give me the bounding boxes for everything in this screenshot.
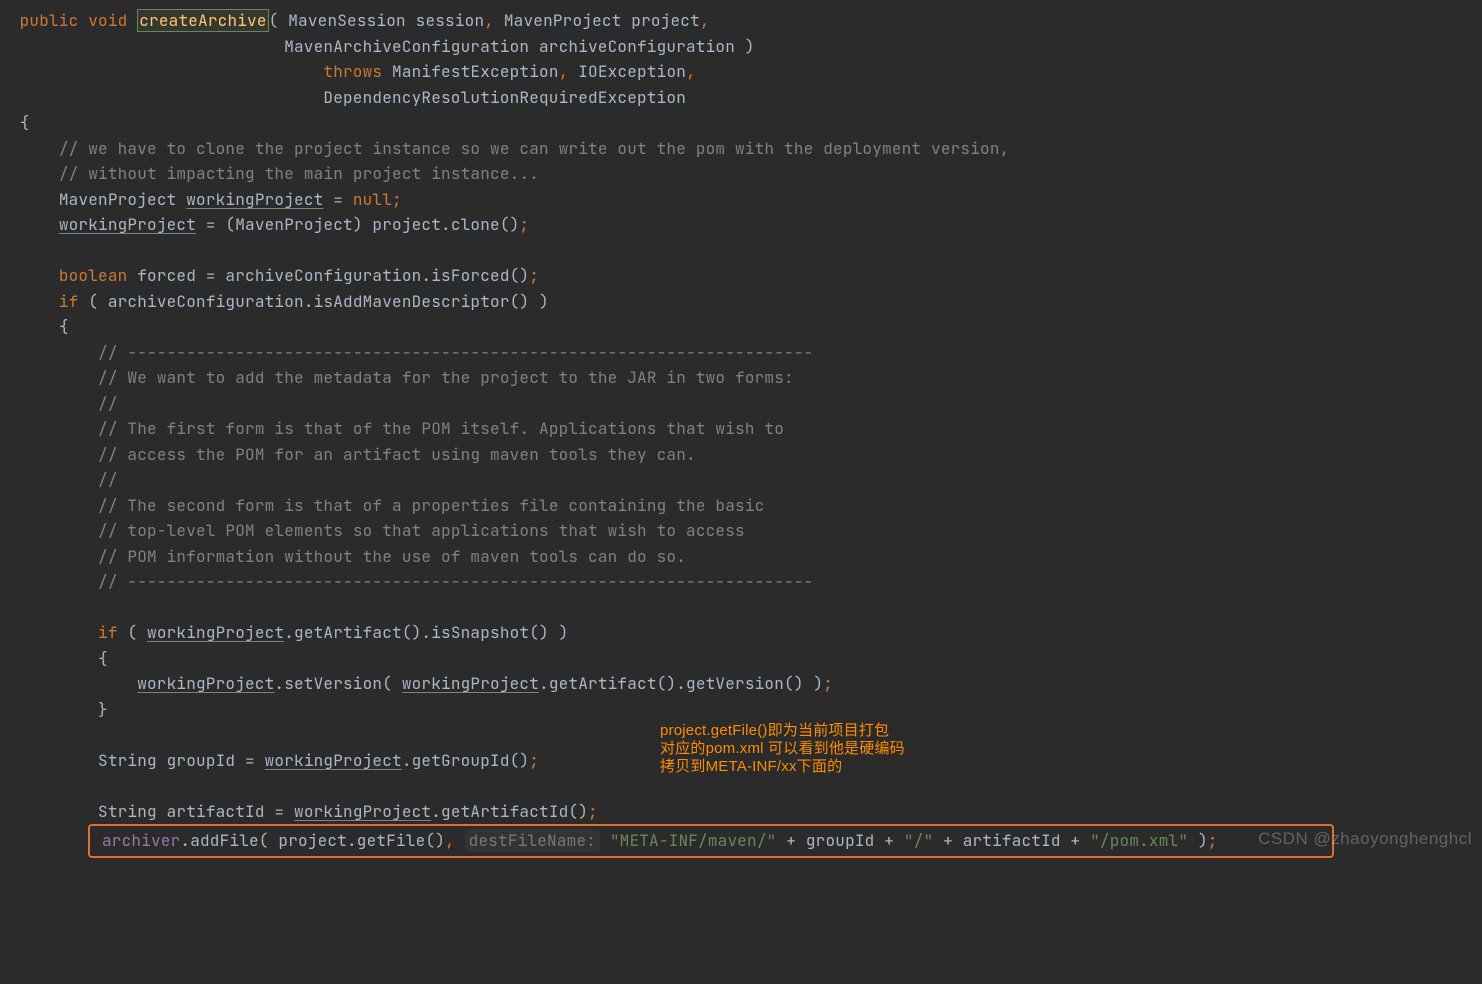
string-literal: "/" [904, 830, 933, 851]
var-workingProject: workingProject [402, 673, 539, 694]
close-paren: ) [1188, 830, 1208, 851]
exc-2: IOException [568, 61, 686, 82]
var-workingProject: workingProject [294, 801, 431, 822]
expr: forced = archiveConfiguration.isForced() [127, 265, 529, 286]
semi: ; [823, 673, 833, 694]
expr: = (MavenProject) project.clone() [196, 214, 519, 235]
expr: ( archiveConfiguration.isAddMavenDescrip… [78, 291, 548, 312]
keyword-if: if [59, 291, 79, 312]
comment: // The first form is that of the POM its… [98, 418, 784, 439]
decl: String groupId = [98, 750, 265, 771]
semi: ; [392, 189, 402, 210]
comment: // POM information without the use of ma… [98, 546, 686, 567]
exc-1: ManifestException [382, 61, 558, 82]
sig-line-2: MavenArchiveConfiguration archiveConfigu… [284, 36, 754, 57]
comment: // The second form is that of a properti… [98, 495, 764, 516]
brace-open: { [98, 648, 108, 669]
eq: = [323, 189, 352, 210]
comma: , [445, 830, 455, 851]
string-literal: "META-INF/maven/" [610, 830, 777, 851]
brace-close: } [98, 699, 108, 720]
brace-open: { [20, 112, 30, 133]
highlighted-statement-box: archiver.addFile( project.getFile(), des… [88, 824, 1482, 858]
param-hint: destFileName: [465, 829, 600, 852]
expr: .getArtifact().isSnapshot() ) [284, 622, 568, 643]
keyword-void: void [88, 10, 127, 31]
comment: // access the POM for an artifact using … [98, 444, 696, 465]
var-workingProject: workingProject [147, 622, 284, 643]
expr: .addFile( project.getFile() [180, 830, 445, 851]
brace-open: { [59, 316, 69, 337]
method-name-highlighted: createArchive [137, 9, 268, 32]
var-workingProject: workingProject [265, 750, 402, 771]
boxed-code-line: archiver.addFile( project.getFile(), des… [102, 828, 1320, 854]
decl: String artifactId = [98, 801, 294, 822]
semi: ; [529, 750, 539, 771]
comment: // -------------------------------------… [98, 342, 813, 363]
string-literal: "/pom.xml" [1090, 830, 1188, 851]
comma: , [686, 61, 696, 82]
op-plus: + [1061, 830, 1090, 851]
comment: // top-level POM elements so that applic… [98, 520, 745, 541]
semi: ; [529, 265, 539, 286]
comma: , [559, 61, 569, 82]
expr: .setVersion( [274, 673, 401, 694]
keyword-boolean: boolean [59, 265, 128, 286]
op-plus: + [874, 830, 903, 851]
keyword-if: if [98, 622, 118, 643]
var-workingProject: workingProject [186, 189, 323, 210]
semi: ; [519, 214, 529, 235]
var-artifactId: artifactId [963, 830, 1061, 851]
comma: , [700, 10, 710, 31]
comment: // without impacting the main project in… [59, 163, 539, 184]
exc-3: DependencyResolutionRequiredException [323, 87, 686, 108]
expr: .getArtifact().getVersion() ) [539, 673, 823, 694]
expr: .getArtifactId() [431, 801, 588, 822]
sig-param-2: MavenProject project [494, 10, 700, 31]
semi: ; [588, 801, 598, 822]
var-groupId: groupId [806, 830, 875, 851]
code-block: public void createArchive( MavenSession … [0, 8, 1482, 824]
comment: // [98, 393, 118, 414]
comma: , [484, 10, 494, 31]
var-workingProject: workingProject [137, 673, 274, 694]
op-plus: + [933, 830, 962, 851]
type: MavenProject [59, 189, 186, 210]
keyword-throws: throws [323, 61, 382, 82]
keyword-null: null [353, 189, 392, 210]
comment: // [98, 469, 118, 490]
semi: ; [1208, 830, 1218, 851]
keyword-public: public [20, 10, 79, 31]
paren: ( [118, 622, 147, 643]
annotation-callout: project.getFile()即为当前项目打包 对应的pom.xml 可以看… [660, 722, 905, 776]
sig-part-1: ( MavenSession session [269, 10, 485, 31]
field-archiver: archiver [102, 830, 180, 851]
comment: // -------------------------------------… [98, 571, 813, 592]
code-editor[interactable]: public void createArchive( MavenSession … [0, 0, 1482, 858]
var-workingProject: workingProject [59, 214, 196, 235]
comment: // We want to add the metadata for the p… [98, 367, 794, 388]
op-plus: + [776, 830, 805, 851]
expr: .getGroupId() [402, 750, 529, 771]
comment: // we have to clone the project instance… [59, 138, 1010, 159]
